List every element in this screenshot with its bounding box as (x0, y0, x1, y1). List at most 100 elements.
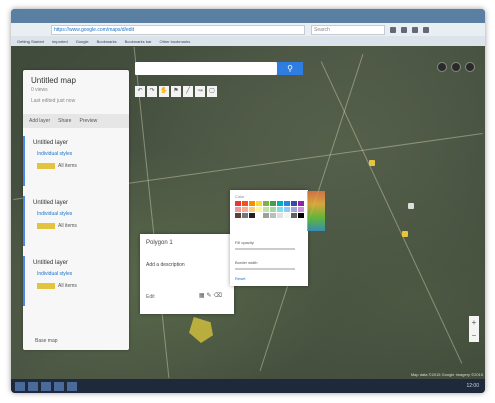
map-marker[interactable] (369, 160, 375, 166)
bookmark[interactable]: Bookmarks bar (125, 39, 152, 44)
bookmark[interactable]: Getting Started (17, 39, 44, 44)
avatar[interactable] (465, 62, 475, 72)
color-swatch[interactable] (256, 207, 262, 212)
color-swatch[interactable] (256, 201, 262, 206)
map-marker[interactable] (402, 231, 408, 237)
bookmark[interactable]: Imported (52, 39, 68, 44)
layer-style-mode[interactable]: Individual styles (37, 271, 72, 277)
color-swatch[interactable] (242, 213, 248, 218)
zoom-in-icon[interactable]: + (469, 316, 479, 329)
map-title[interactable]: Untitled map (31, 76, 76, 85)
color-swatch[interactable] (298, 213, 304, 218)
layer-item[interactable]: Untitled layer Individual styles All ite… (23, 196, 131, 246)
color-swatch[interactable] (270, 201, 276, 206)
layer-color-swatch[interactable] (37, 283, 55, 289)
color-swatch[interactable] (291, 213, 297, 218)
taskbar-app-icon[interactable] (28, 381, 38, 391)
bookmark[interactable]: Other bookmarks (160, 39, 191, 44)
base-map-toggle[interactable]: Base map (35, 338, 58, 344)
color-swatch[interactable] (277, 201, 283, 206)
color-swatch[interactable] (270, 207, 276, 212)
start-icon[interactable] (15, 381, 25, 391)
color-heading: Color (235, 194, 245, 199)
border-width-slider[interactable] (235, 268, 295, 270)
add-layer-button[interactable]: Add layer (29, 118, 50, 124)
taskbar-app-icon[interactable] (67, 381, 77, 391)
download-icon[interactable] (401, 26, 407, 33)
zoom-control[interactable]: + − (469, 316, 479, 342)
taskbar-app-icon[interactable] (54, 381, 64, 391)
layer-color-swatch[interactable] (37, 223, 55, 229)
search-button[interactable]: ⚲ (277, 62, 303, 75)
feature-description[interactable]: Add a description (146, 262, 185, 268)
map-search-input[interactable] (135, 62, 277, 75)
pencil-icon[interactable]: ✎ (206, 293, 213, 299)
edit-button[interactable]: Edit (146, 294, 155, 300)
hand-icon[interactable]: ✋ (159, 86, 169, 97)
color-swatch[interactable] (263, 213, 269, 218)
browser-search-input[interactable]: Search (311, 24, 385, 35)
color-swatch[interactable] (277, 207, 283, 212)
bookmark[interactable]: Google (76, 39, 89, 44)
border-width-label: Border width (235, 260, 258, 265)
color-swatch[interactable] (298, 207, 304, 212)
color-swatch[interactable] (249, 213, 255, 218)
trash-icon[interactable]: ⌫ (214, 293, 224, 299)
color-swatch[interactable] (242, 207, 248, 212)
color-swatch[interactable] (284, 207, 290, 212)
color-swatch[interactable] (242, 201, 248, 206)
zoom-out-icon[interactable]: − (469, 329, 479, 342)
layer-title[interactable]: Untitled layer (33, 140, 68, 146)
color-swatch[interactable] (249, 207, 255, 212)
layer-item[interactable]: Untitled layer Individual styles All ite… (23, 136, 131, 186)
layer-style-mode[interactable]: Individual styles (37, 151, 72, 157)
bookmark[interactable]: Bookmarks (97, 39, 117, 44)
color-swatch[interactable] (263, 201, 269, 206)
color-swatch[interactable] (277, 213, 283, 218)
color-swatch[interactable] (256, 213, 262, 218)
home-icon[interactable] (412, 26, 418, 33)
color-swatch[interactable] (263, 207, 269, 212)
color-swatch[interactable] (291, 207, 297, 212)
layer-title[interactable]: Untitled layer (33, 260, 68, 266)
color-swatch[interactable] (284, 213, 290, 218)
fill-opacity-slider[interactable] (235, 248, 295, 250)
layer-title[interactable]: Untitled layer (33, 200, 68, 206)
url-input[interactable]: https://www.google.com/maps/d/edit (51, 24, 305, 35)
notifications-icon[interactable] (451, 62, 461, 72)
color-swatch[interactable] (235, 213, 241, 218)
feature-title[interactable]: Polygon 1 (146, 240, 173, 246)
preview-button[interactable]: Preview (79, 118, 97, 124)
road (320, 61, 463, 364)
reset-button[interactable]: Reset (235, 276, 245, 281)
layer-item[interactable]: Untitled layer Individual styles All ite… (23, 256, 131, 306)
menu-icon[interactable] (423, 26, 429, 33)
redo-icon[interactable]: ↷ (147, 86, 157, 97)
os-taskbar: 12:00 (11, 379, 485, 393)
color-swatch[interactable] (235, 201, 241, 206)
color-swatch[interactable] (249, 201, 255, 206)
color-swatch[interactable] (298, 201, 304, 206)
browser-tab-bar[interactable] (11, 9, 485, 23)
layer-color-swatch[interactable] (37, 163, 55, 169)
taskbar-app-icon[interactable] (41, 381, 51, 391)
color-swatch[interactable] (284, 201, 290, 206)
polygon-shape[interactable] (189, 317, 213, 343)
undo-icon[interactable]: ↶ (135, 86, 145, 97)
color-swatch[interactable] (235, 207, 241, 212)
marker-icon[interactable]: ⚑ (171, 86, 181, 97)
style-picker: Color Fill opacity Border width Reset (230, 190, 308, 286)
line-icon[interactable]: ╱ (183, 86, 193, 97)
color-swatch[interactable] (291, 201, 297, 206)
layer-style-mode[interactable]: Individual styles (37, 211, 72, 217)
star-icon[interactable] (390, 26, 396, 33)
satellite-map[interactable]: ⚲ ↶ ↷ ✋ ⚑ ╱ ↝ ▢ Untitled map 0 views Las… (11, 46, 485, 379)
ruler-icon[interactable]: ▢ (207, 86, 217, 97)
layer-legend: All items (58, 163, 77, 169)
color-swatch[interactable] (270, 213, 276, 218)
apps-icon[interactable] (437, 62, 447, 72)
map-marker[interactable] (408, 203, 414, 209)
route-icon[interactable]: ↝ (195, 86, 205, 97)
bookmarks-bar: Getting Started Imported Google Bookmark… (11, 36, 485, 46)
share-button[interactable]: Share (58, 118, 71, 124)
